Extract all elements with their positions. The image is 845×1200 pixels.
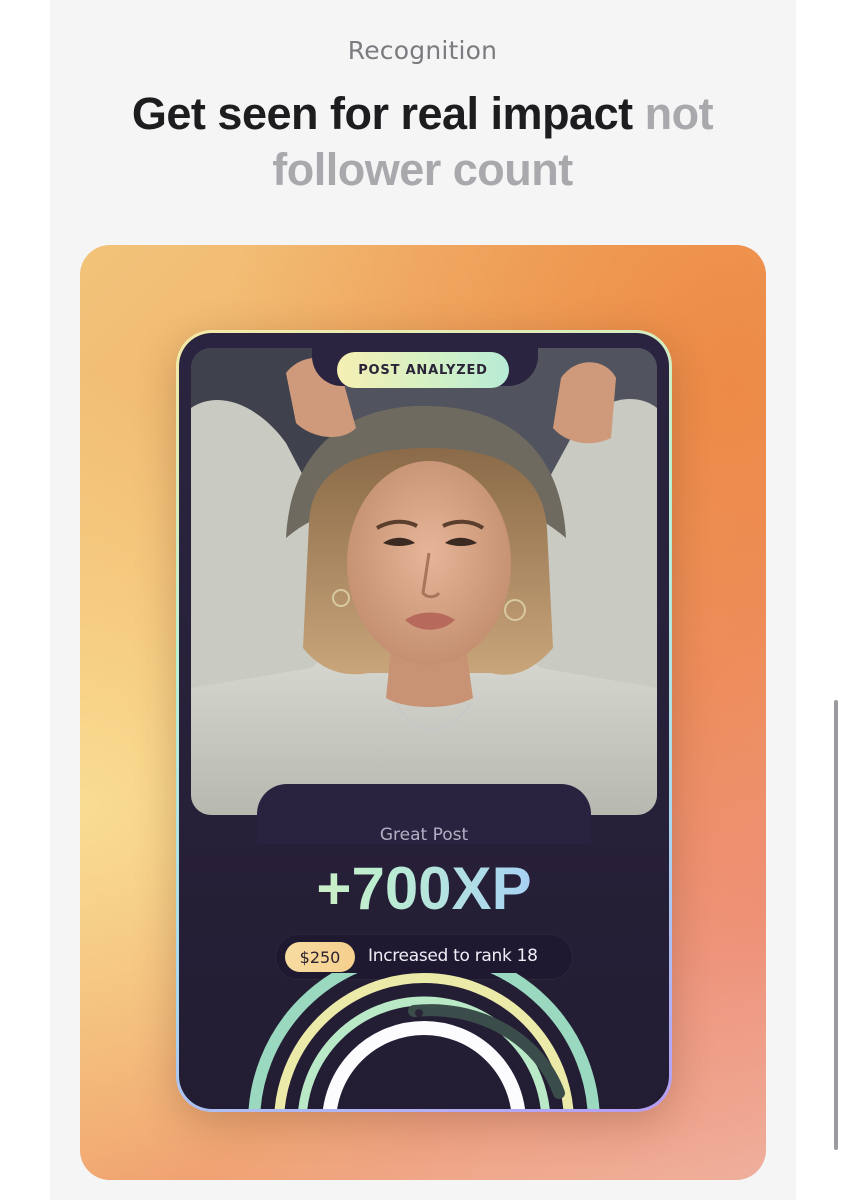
rank-update-text: Increased to rank 18 — [368, 946, 538, 966]
scrollbar[interactable] — [834, 700, 838, 1150]
post-analyzed-badge: POST ANALYZED — [337, 352, 509, 388]
headline-main: Get seen for real impact — [131, 88, 633, 139]
section-eyebrow: Recognition — [347, 36, 498, 65]
card-body: POST ANALYZED Great Post +700XP $250 Inc… — [179, 333, 669, 1109]
post-rating-label: Great Post — [379, 825, 469, 845]
post-photo — [191, 348, 657, 815]
reward-amount-badge: $250 — [285, 942, 355, 972]
headline-muted-first: not — [644, 88, 714, 139]
section-headline: Get seen for real impact not follower co… — [0, 86, 845, 198]
post-result-card[interactable]: POST ANALYZED Great Post +700XP $250 Inc… — [176, 330, 672, 1112]
progress-marker — [415, 1009, 423, 1017]
person-portrait-illustration — [191, 348, 657, 815]
progress-rings — [248, 973, 600, 1109]
xp-amount: +700XP — [179, 853, 669, 925]
headline-muted-second: follower count — [272, 144, 573, 195]
